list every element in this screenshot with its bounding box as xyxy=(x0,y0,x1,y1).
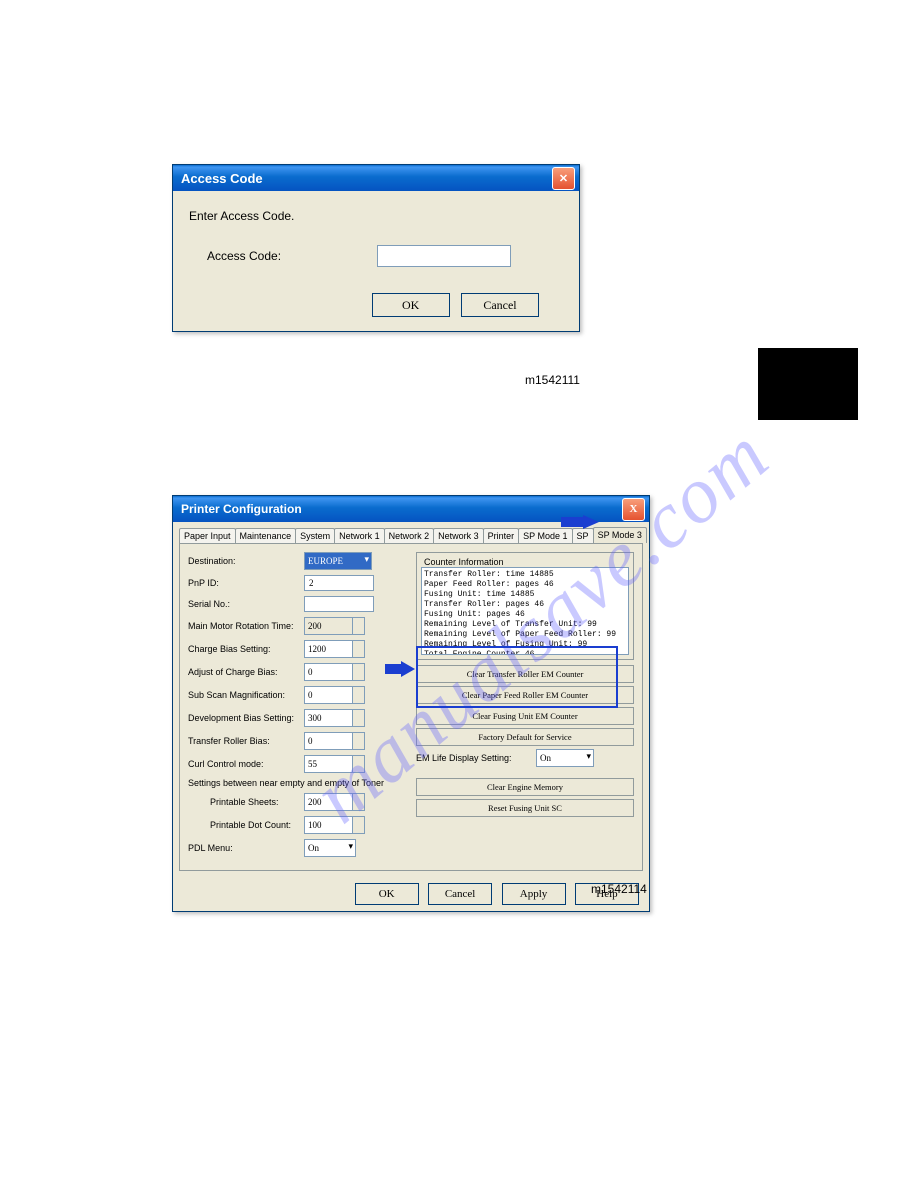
close-icon[interactable]: X xyxy=(622,498,645,521)
black-redaction xyxy=(758,348,858,420)
motor-label: Main Motor Rotation Time: xyxy=(188,621,304,631)
charge-label: Charge Bias Setting: xyxy=(188,644,304,654)
figure1-caption: m1542111 xyxy=(525,373,580,387)
dotcount-label: Printable Dot Count: xyxy=(210,820,304,830)
factory-default-button[interactable]: Factory Default for Service xyxy=(416,728,634,746)
counter-info-box: Transfer Roller: time 14885 Paper Feed R… xyxy=(421,567,629,655)
figure2-caption: m1542114 xyxy=(591,882,647,896)
tab-system[interactable]: System xyxy=(295,528,335,543)
pnpid-label: PnP ID: xyxy=(188,578,304,588)
tab-maintenance[interactable]: Maintenance xyxy=(235,528,297,543)
ci-line: Remaining Level of Transfer Unit: 99 xyxy=(424,620,626,630)
printable-label: Printable Sheets: xyxy=(210,797,304,807)
arrow-icon xyxy=(385,661,415,677)
serial-label: Serial No.: xyxy=(188,599,304,609)
tab-sp-mode3[interactable]: SP Mode 3 xyxy=(593,527,647,543)
dev-spinner[interactable]: 300 xyxy=(304,709,365,727)
counter-info-legend: Counter Information xyxy=(421,557,507,567)
highlight-box xyxy=(416,646,618,708)
transfer-label: Transfer Roller Bias: xyxy=(188,736,304,746)
close-icon[interactable]: ✕ xyxy=(552,167,575,190)
dotcount-spinner[interactable]: 100 xyxy=(304,816,365,834)
access-code-dialog: Access Code ✕ Enter Access Code. Access … xyxy=(172,164,580,332)
emlife-label: EM Life Display Setting: xyxy=(416,753,536,763)
curl-label: Curl Control mode: xyxy=(188,759,304,769)
titlebar[interactable]: Access Code ✕ xyxy=(173,165,579,191)
clear-fusing-unit-button[interactable]: Clear Fusing Unit EM Counter xyxy=(416,707,634,725)
apply-button[interactable]: Apply xyxy=(502,883,566,905)
reset-fusing-unit-button[interactable]: Reset Fusing Unit SC xyxy=(416,799,634,817)
access-code-label: Access Code: xyxy=(207,249,377,263)
tab-paper-input[interactable]: Paper Input xyxy=(179,528,236,543)
clear-engine-memory-button[interactable]: Clear Engine Memory xyxy=(416,778,634,796)
arrow-icon xyxy=(561,515,599,529)
tab-sp-mode1[interactable]: SP Mode 1 xyxy=(518,528,572,543)
access-code-input[interactable] xyxy=(377,245,511,267)
ci-line: Transfer Roller: pages 46 xyxy=(424,600,626,610)
subscan-spinner[interactable]: 0 xyxy=(304,686,365,704)
ok-button[interactable]: OK xyxy=(372,293,450,317)
tab-printer[interactable]: Printer xyxy=(483,528,520,543)
cancel-button[interactable]: Cancel xyxy=(461,293,539,317)
ci-line: Fusing Unit: time 14885 xyxy=(424,590,626,600)
printable-spinner[interactable]: 200 xyxy=(304,793,365,811)
prompt-text: Enter Access Code. xyxy=(189,209,563,223)
motor-input: 200 xyxy=(304,617,365,635)
titlebar-title: Printer Configuration xyxy=(181,502,622,516)
pnpid-input[interactable] xyxy=(304,575,374,591)
tab-network1[interactable]: Network 1 xyxy=(334,528,385,543)
tab-sp-hidden[interactable]: SP xyxy=(572,528,594,543)
pdl-label: PDL Menu: xyxy=(188,843,304,853)
ci-line: Transfer Roller: time 14885 xyxy=(424,570,626,580)
subscan-label: Sub Scan Magnification: xyxy=(188,690,304,700)
tab-network3[interactable]: Network 3 xyxy=(433,528,484,543)
ci-line: Paper Feed Roller: pages 46 xyxy=(424,580,626,590)
ci-line: Fusing Unit: pages 46 xyxy=(424,610,626,620)
adjust-spinner[interactable]: 0 xyxy=(304,663,365,681)
titlebar-title: Access Code xyxy=(181,171,552,186)
charge-spinner[interactable]: 1200 xyxy=(304,640,365,658)
transfer-spinner[interactable]: 0 xyxy=(304,732,365,750)
serial-input[interactable] xyxy=(304,596,374,612)
adjust-label: Adjust of Charge Bias: xyxy=(188,667,304,677)
cancel-button[interactable]: Cancel xyxy=(428,883,492,905)
tab-network2[interactable]: Network 2 xyxy=(384,528,435,543)
ci-line: Remaining Level of Paper Feed Roller: 99 xyxy=(424,630,626,640)
destination-select[interactable]: EUROPE xyxy=(304,552,372,570)
left-column: Destination:EUROPE PnP ID: Serial No.: M… xyxy=(188,552,406,862)
dev-label: Development Bias Setting: xyxy=(188,713,304,723)
settings-label: Settings between near empty and empty of… xyxy=(188,778,384,788)
pdl-select[interactable]: On xyxy=(304,839,356,857)
curl-spinner[interactable]: 55 xyxy=(304,755,365,773)
emlife-select[interactable]: On xyxy=(536,749,594,767)
ok-button[interactable]: OK xyxy=(355,883,419,905)
destination-label: Destination: xyxy=(188,556,304,566)
